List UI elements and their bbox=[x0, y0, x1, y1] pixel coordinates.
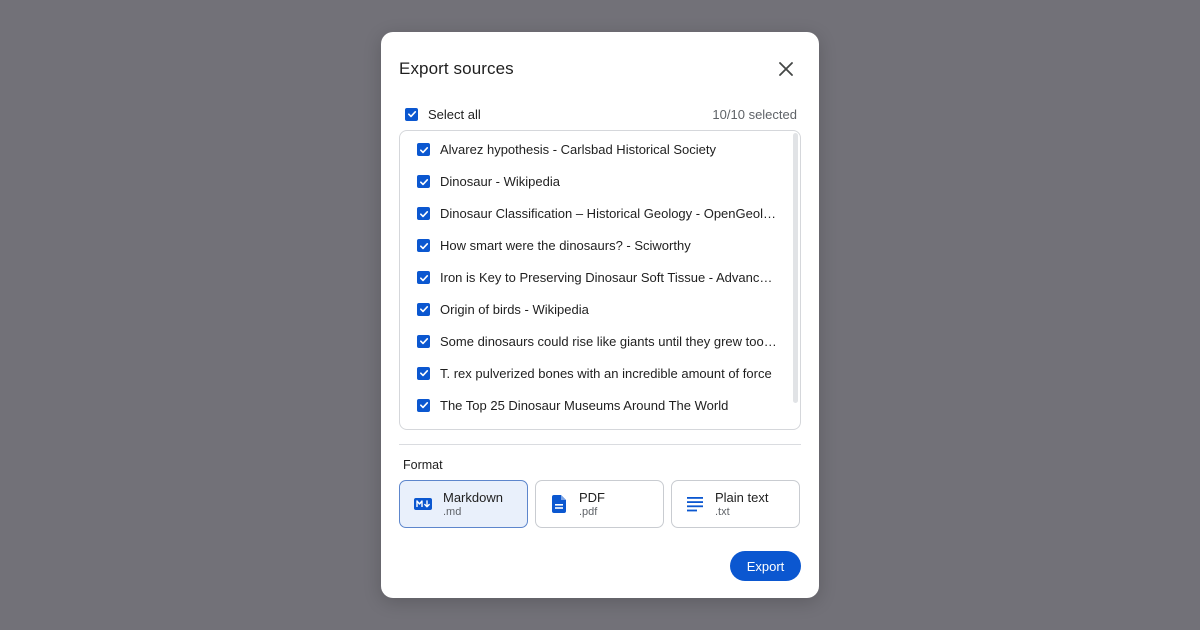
text-lines-icon bbox=[687, 497, 703, 512]
export-sources-dialog: Export sources Select all 10/10 selected… bbox=[381, 32, 819, 598]
source-item[interactable]: Iron is Key to Preserving Dinosaur Soft … bbox=[400, 262, 792, 294]
format-extension: .md bbox=[443, 505, 462, 518]
export-button[interactable]: Export bbox=[730, 551, 801, 581]
source-checkbox[interactable] bbox=[417, 302, 430, 316]
source-item[interactable]: The Top 25 Dinosaur Museums Around The W… bbox=[400, 389, 792, 421]
format-label: Format bbox=[403, 458, 443, 472]
source-item[interactable]: Some dinosaurs could rise like giants un… bbox=[400, 325, 792, 357]
select-all-row: Select all 10/10 selected bbox=[405, 104, 797, 124]
source-label: Origin of birds - Wikipedia bbox=[440, 301, 589, 317]
scrollbar-thumb[interactable] bbox=[793, 133, 798, 403]
format-name: Markdown bbox=[443, 489, 503, 505]
checkmark-icon bbox=[419, 402, 428, 409]
source-label: T. rex pulverized bones with an incredib… bbox=[440, 365, 772, 381]
source-checkbox[interactable] bbox=[417, 366, 430, 380]
format-icon bbox=[685, 494, 705, 514]
checkmark-icon bbox=[419, 274, 428, 281]
checkmark-icon bbox=[419, 338, 428, 345]
close-button[interactable] bbox=[773, 56, 799, 82]
source-item[interactable]: Dinosaur - Wikipedia bbox=[400, 166, 792, 198]
format-options: Markdown .md PDF .pdf Plain text .txt bbox=[399, 480, 801, 529]
source-checkbox[interactable] bbox=[417, 175, 430, 189]
source-item[interactable]: Dinosaur Classification – Historical Geo… bbox=[400, 198, 792, 230]
dialog-title: Export sources bbox=[399, 59, 514, 78]
source-label: How smart were the dinosaurs? - Sciworth… bbox=[440, 238, 691, 254]
source-label: Some dinosaurs could rise like giants un… bbox=[440, 333, 778, 349]
source-label: Alvarez hypothesis - Carlsbad Historical… bbox=[440, 142, 716, 158]
source-label: Dinosaur Classification – Historical Geo… bbox=[440, 206, 778, 222]
checkmark-icon bbox=[407, 111, 416, 118]
select-all-label: Select all bbox=[428, 106, 481, 122]
source-item[interactable]: T. rex pulverized bones with an incredib… bbox=[400, 357, 792, 389]
format-text: Plain text .txt bbox=[715, 490, 768, 519]
source-item[interactable]: Origin of birds - Wikipedia bbox=[400, 293, 792, 325]
close-icon bbox=[779, 62, 793, 76]
format-icon bbox=[413, 494, 433, 514]
format-icon bbox=[549, 494, 569, 514]
source-label: Iron is Key to Preserving Dinosaur Soft … bbox=[440, 270, 778, 285]
format-extension: .txt bbox=[715, 505, 730, 518]
source-checkbox[interactable] bbox=[417, 398, 430, 412]
document-icon bbox=[552, 495, 566, 513]
format-text: PDF .pdf bbox=[579, 490, 605, 519]
source-label: Dinosaur - Wikipedia bbox=[440, 174, 560, 190]
source-label: The Top 25 Dinosaur Museums Around The W… bbox=[440, 397, 729, 413]
format-text: Markdown .md bbox=[443, 490, 503, 519]
checkmark-icon bbox=[419, 242, 428, 249]
source-list: Alvarez hypothesis - Carlsbad Historical… bbox=[400, 134, 792, 421]
format-option-markdown[interactable]: Markdown .md bbox=[399, 480, 528, 528]
source-list-box: Alvarez hypothesis - Carlsbad Historical… bbox=[399, 130, 801, 430]
selected-count: 10/10 selected bbox=[712, 106, 797, 122]
format-name: PDF bbox=[579, 489, 605, 505]
checkmark-icon bbox=[419, 370, 428, 377]
checkmark-icon bbox=[419, 306, 428, 313]
source-item[interactable]: How smart were the dinosaurs? - Sciworth… bbox=[400, 230, 792, 262]
checkmark-icon bbox=[419, 210, 428, 217]
source-checkbox[interactable] bbox=[417, 143, 430, 157]
select-all-checkbox[interactable] bbox=[405, 107, 418, 121]
source-checkbox[interactable] bbox=[417, 334, 430, 348]
checkmark-icon bbox=[419, 178, 428, 186]
format-extension: .pdf bbox=[579, 505, 598, 518]
format-name: Plain text bbox=[715, 489, 769, 505]
source-checkbox[interactable] bbox=[417, 239, 430, 253]
checkmark-icon bbox=[419, 146, 428, 154]
scrollbar[interactable] bbox=[793, 133, 798, 403]
format-option-pdf[interactable]: PDF .pdf bbox=[535, 480, 664, 528]
markdown-icon bbox=[414, 498, 432, 510]
source-item[interactable]: Alvarez hypothesis - Carlsbad Historical… bbox=[400, 134, 792, 166]
format-option-plain-text[interactable]: Plain text .txt bbox=[671, 480, 800, 528]
divider bbox=[399, 444, 801, 445]
source-checkbox[interactable] bbox=[417, 271, 430, 284]
source-checkbox[interactable] bbox=[417, 207, 430, 221]
